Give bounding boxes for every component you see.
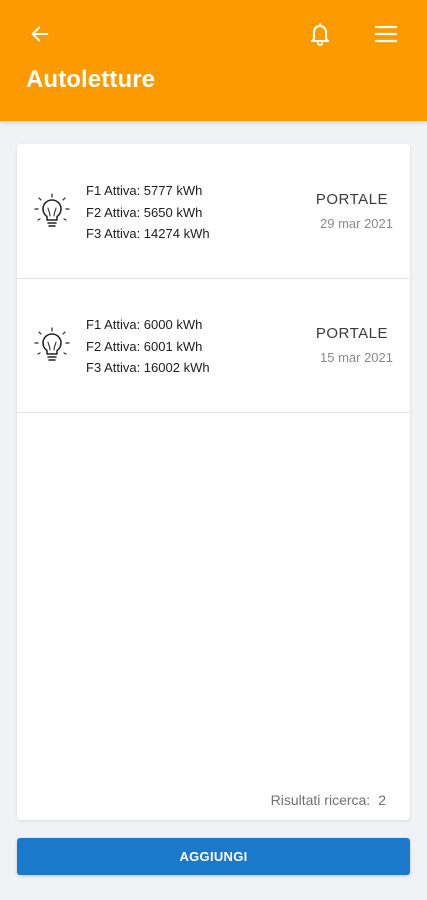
readings-card: F1 Attiva: 5777 kWh F2 Attiva: 5650 kWh … — [17, 144, 410, 820]
results-label: Risultati ricerca: — [270, 792, 371, 808]
add-button[interactable]: AGGIUNGI — [17, 838, 410, 875]
hamburger-menu-icon — [374, 25, 398, 43]
results-summary: Risultati ricerca: 2 — [271, 792, 386, 808]
reading-row[interactable]: F1 Attiva: 6000 kWh F2 Attiva: 6001 kWh … — [17, 278, 410, 413]
results-count: 2 — [378, 792, 386, 808]
reading-line: F3 Attiva: 14274 kWh — [86, 226, 210, 241]
reading-line: F1 Attiva: 6000 kWh — [86, 317, 203, 332]
reading-values: F1 Attiva: 6000 kWh F2 Attiva: 6001 kWh … — [86, 314, 210, 379]
lightbulb-icon — [34, 327, 70, 361]
page-title: Autoletture — [26, 66, 156, 93]
reading-date: 15 mar 2021 — [320, 350, 393, 365]
notifications-button[interactable] — [300, 14, 340, 54]
app-header: Autoletture — [0, 0, 427, 121]
reading-date: 29 mar 2021 — [320, 216, 393, 231]
menu-button[interactable] — [366, 14, 406, 54]
reading-line: F1 Attiva: 5777 kWh — [86, 183, 203, 198]
back-button[interactable] — [20, 14, 60, 54]
reading-line: F3 Attiva: 16002 kWh — [86, 360, 210, 375]
reading-values: F1 Attiva: 5777 kWh F2 Attiva: 5650 kWh … — [86, 180, 210, 245]
reading-line: F2 Attiva: 5650 kWh — [86, 204, 203, 220]
reading-line: F2 Attiva: 6001 kWh — [86, 338, 203, 354]
arrow-left-icon — [31, 26, 49, 42]
reading-source: PORTALE — [315, 191, 388, 208]
bell-icon — [311, 23, 329, 46]
reading-row[interactable]: F1 Attiva: 5777 kWh F2 Attiva: 5650 kWh … — [17, 144, 410, 279]
lightbulb-icon — [34, 193, 70, 227]
reading-source: PORTALE — [315, 325, 388, 342]
